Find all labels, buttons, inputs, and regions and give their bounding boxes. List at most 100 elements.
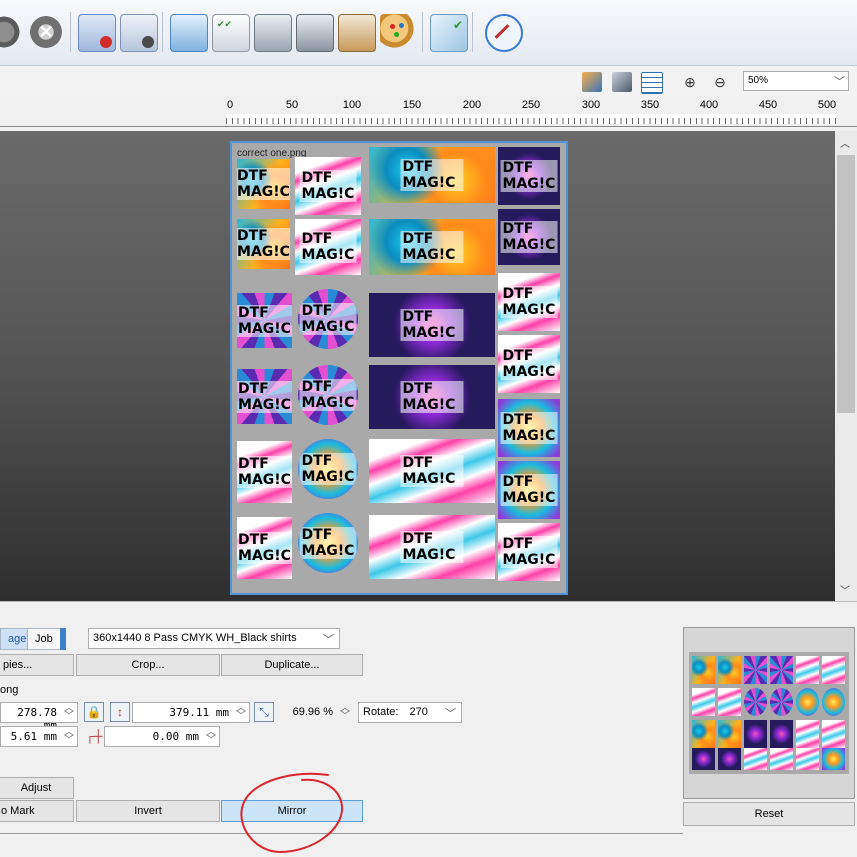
image-tile[interactable]: DTF MAG!C (498, 273, 560, 331)
preview-tile (692, 656, 715, 684)
image-tile[interactable]: DTF MAG!C (298, 365, 358, 425)
image-tile[interactable]: DTF MAG!C (369, 515, 495, 579)
adjust-button[interactable]: Adjust (0, 777, 74, 799)
image-tile[interactable]: DTF MAG!C (298, 513, 358, 573)
image-tile[interactable]: DTF MAG!C (237, 517, 292, 579)
zoom-select[interactable]: 50% ﹀ (743, 71, 849, 91)
printer-icon[interactable] (254, 14, 292, 52)
duplicate-button[interactable]: Duplicate... (221, 654, 363, 676)
paint-palette-icon[interactable] (380, 14, 416, 50)
scrollbar-thumb[interactable] (837, 155, 855, 413)
image-tile[interactable]: DTF MAG!C (498, 209, 560, 265)
crop-button[interactable]: Crop... (76, 654, 220, 676)
preview-tile (796, 656, 819, 684)
scale-field[interactable]: 69.96 % ︿ ﹀ (276, 702, 354, 723)
height-field[interactable]: 379.11 mm ︿ ﹀ (132, 702, 250, 723)
tile-label: DTF MAG!C (299, 527, 357, 559)
hide-eye-icon[interactable] (612, 72, 632, 92)
image-tile[interactable]: DTF MAG!C (369, 147, 495, 203)
image-tile[interactable]: DTF MAG!C (298, 289, 358, 349)
tab-job[interactable]: Job (27, 628, 61, 650)
image-tile[interactable]: DTF MAG!C (498, 523, 560, 581)
printer-queue-icon[interactable] (296, 14, 334, 52)
chevron-down-icon: ﹀ (445, 708, 456, 720)
image-tile[interactable]: DTF MAG!C (498, 335, 560, 393)
ruler-label: 200 (462, 99, 482, 111)
scroll-down-icon[interactable]: ﹀ (840, 582, 850, 597)
profile-select[interactable]: 360x1440 8 Pass CMYK WH_Black shirts ﹀ (88, 628, 340, 649)
x-offset-value: 5.61 mm (10, 730, 57, 743)
preview-eye-icon[interactable] (582, 72, 602, 92)
page-preview[interactable] (683, 627, 855, 799)
toolbar-separator (422, 12, 423, 52)
tile-label: DTF MAG!C (237, 532, 292, 564)
stack-list-icon[interactable] (170, 14, 208, 52)
invert-button[interactable]: Invert (76, 800, 220, 822)
tile-label: DTF MAG!C (299, 453, 357, 485)
printer-inkdrop-icon[interactable] (338, 14, 376, 52)
tab-page[interactable]: age (0, 628, 28, 650)
image-tile[interactable]: DTF MAG!C (237, 293, 292, 348)
vertical-scrollbar[interactable]: ︿ ﹀ (835, 131, 857, 601)
rotate-value: 270 (409, 706, 428, 718)
image-tile[interactable]: DTF MAG!C (498, 461, 560, 519)
ruler-scale (226, 114, 836, 124)
height-arrow-icon[interactable]: ↕ (110, 702, 130, 722)
mirror-button[interactable]: Mirror (221, 800, 363, 822)
tile-label: DTF MAG!C (400, 231, 464, 263)
ruler-label: 500 (817, 99, 837, 111)
image-tile[interactable]: DTF MAG!C (237, 159, 290, 209)
stack-play-icon[interactable] (120, 14, 158, 52)
image-tile[interactable]: DTF MAG!C (295, 157, 361, 215)
preview-tile (822, 748, 845, 770)
y-offset-field[interactable]: 0.00 mm ︿ ﹀ (104, 726, 220, 747)
tile-label: DTF MAG!C (400, 531, 464, 563)
image-tile[interactable]: DTF MAG!C (298, 439, 358, 499)
gears-icon[interactable] (0, 14, 22, 50)
tile-label: DTF MAG!C (237, 168, 290, 200)
image-tile[interactable]: DTF MAG!C (237, 441, 292, 503)
spinner-icon[interactable]: ︿ ﹀ (340, 704, 350, 722)
spinner-icon[interactable]: ︿ ﹀ (236, 704, 246, 722)
print-page[interactable]: correct one.png DTF MAG!C DTF MAG!C DTF … (230, 141, 568, 595)
compass-icon[interactable] (485, 14, 523, 52)
image-tile[interactable]: DTF MAG!C (237, 219, 290, 269)
tile-label: DTF MAG!C (237, 228, 290, 260)
zoom-in-icon[interactable]: ⊕ (680, 72, 700, 92)
spinner-icon[interactable]: ︿ ﹀ (206, 728, 216, 746)
lock-icon[interactable]: 🔒 (84, 702, 104, 722)
zoom-out-icon[interactable]: ⊖ (710, 72, 730, 92)
image-tile[interactable]: DTF MAG!C (369, 365, 495, 429)
tile-label: DTF MAG!C (237, 380, 292, 413)
image-tile[interactable]: DTF MAG!C (498, 399, 560, 457)
spinner-icon[interactable]: ︿ ﹀ (64, 704, 74, 722)
color-check-icon[interactable]: ✔ (430, 14, 468, 52)
image-tile[interactable]: DTF MAG!C (498, 147, 560, 205)
image-tile[interactable]: DTF MAG!C (369, 293, 495, 357)
spinner-icon[interactable]: ︿ ﹀ (64, 728, 74, 746)
preview-tile (770, 688, 793, 716)
cancel-x-icon[interactable]: ✕ (28, 14, 64, 50)
stack-stop-icon[interactable] (78, 14, 116, 52)
image-tile[interactable]: DTF MAG!C (237, 369, 292, 424)
scroll-up-icon[interactable]: ︿ (840, 135, 850, 150)
image-tile[interactable]: DTF MAG!C (369, 439, 495, 503)
ruler-label: 0 (226, 99, 234, 111)
preview-tile (692, 720, 715, 748)
image-tile[interactable]: DTF MAG!C (295, 219, 361, 275)
rotate-select[interactable]: Rotate: 270 ﹀ (358, 702, 462, 723)
printer-list-icon[interactable]: ✔✔ (212, 14, 250, 52)
preview-tile (718, 688, 741, 716)
x-offset-field[interactable]: 5.61 mm ︿ ﹀ (0, 726, 78, 747)
image-tile[interactable]: DTF MAG!C (369, 219, 495, 275)
ruler-label: 350 (640, 99, 660, 111)
toolbar-separator (70, 12, 71, 52)
tile-label: DTF MAG!C (237, 456, 292, 488)
grid-eye-icon[interactable] (641, 72, 663, 94)
mark-button[interactable]: o Mark (0, 800, 74, 822)
scale-icon[interactable]: ⤡ (254, 702, 274, 722)
reset-button[interactable]: Reset (683, 802, 855, 826)
tile-label: DTF MAG!C (237, 304, 292, 337)
width-field[interactable]: 278.78 mm ︿﹀ (0, 702, 78, 732)
copies-button[interactable]: pies... (0, 654, 74, 676)
